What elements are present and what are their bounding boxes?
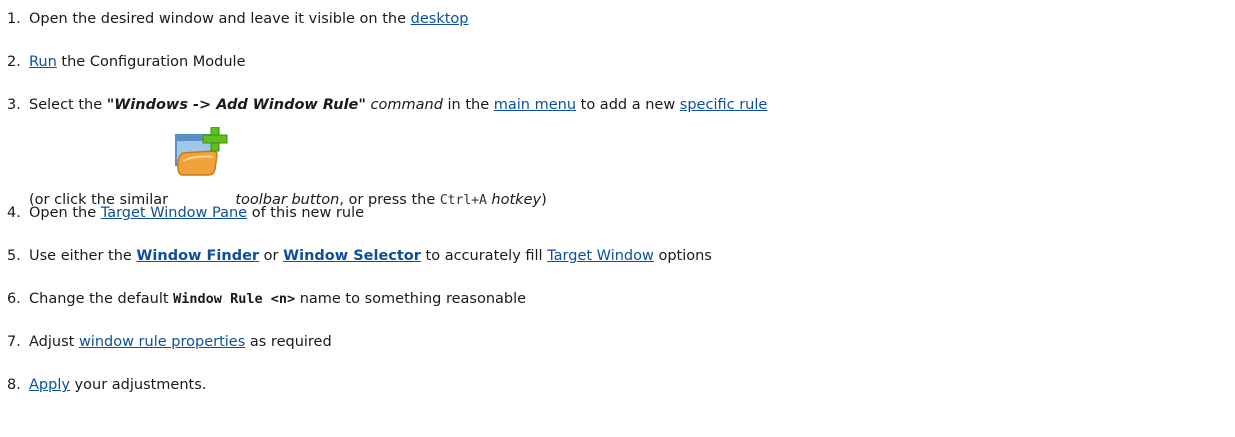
target-window-link[interactable]: Target Window — [547, 248, 654, 264]
step-text: Apply your adjustments. — [29, 375, 206, 395]
step-text-part: as required — [245, 334, 332, 350]
step-text: Adjust window rule properties as require… — [29, 332, 332, 352]
step-text-part: your adjustments. — [69, 377, 207, 393]
step-number: 8. — [7, 377, 21, 393]
step-text: Open the Target Window Pane of this new … — [29, 203, 364, 223]
step-text-part: options — [653, 248, 712, 264]
step-text-part: Use either the — [29, 248, 137, 264]
step-number: 2. — [7, 54, 21, 70]
hotkey-text: hotkey — [486, 192, 542, 208]
window-rule-properties-link[interactable]: window rule properties — [79, 334, 245, 350]
step-text-part: to accurately fill — [420, 248, 548, 264]
step-number: 4. — [7, 205, 21, 221]
apply-link[interactable]: Apply — [29, 377, 70, 393]
step-3-alternatives: (or click the similar toolbar button, or… — [0, 122, 1235, 208]
specific-rule-link[interactable]: specific rule — [680, 97, 768, 113]
step-number: 3. — [7, 97, 21, 113]
step-text-part: the Configuration Module — [56, 54, 246, 70]
menu-command: "Windows -> Add Window Rule" — [106, 97, 366, 113]
command-word: command — [365, 97, 443, 113]
step-number: 5. — [7, 248, 21, 264]
window-selector-link[interactable]: Window Selector — [283, 248, 421, 264]
step-text-part: Open the desired window and leave it vis… — [29, 11, 411, 27]
step-text-part: or — [259, 248, 284, 264]
run-link[interactable]: Run — [29, 54, 57, 70]
step-text: Run the Configuration Module — [29, 52, 246, 72]
step-text-part: Adjust — [29, 334, 79, 350]
step-text-part: Open the — [29, 205, 101, 221]
step-number: 6. — [7, 291, 21, 307]
window-finder-link[interactable]: Window Finder — [136, 248, 259, 264]
step-text-part: Select the — [29, 97, 107, 113]
step-text: Open the desired window and leave it vis… — [29, 9, 468, 29]
step-text: Change the default Window Rule <n> name … — [29, 289, 526, 309]
hotkey-keys: Ctrl+A — [439, 193, 487, 208]
step-text: Use either the Window Finder or Window S… — [29, 246, 712, 266]
step-text-part: to add a new — [576, 97, 680, 113]
step-number: 7. — [7, 334, 21, 350]
default-rule-name: Window Rule <n> — [173, 291, 296, 307]
step-text-part: ) — [541, 192, 547, 208]
step-text-part: name to something reasonable — [295, 291, 527, 307]
step-text-part: Change the default — [29, 291, 174, 307]
main-menu-link[interactable]: main menu — [494, 97, 576, 113]
desktop-link[interactable]: desktop — [411, 11, 469, 27]
step-number: 1. — [7, 11, 21, 27]
step-text-part: in the — [442, 97, 494, 113]
step-text-part: of this new rule — [247, 205, 365, 221]
step-text: Select the "Windows -> Add Window Rule" … — [29, 95, 767, 115]
target-window-pane-link[interactable]: Target Window Pane — [101, 205, 247, 221]
